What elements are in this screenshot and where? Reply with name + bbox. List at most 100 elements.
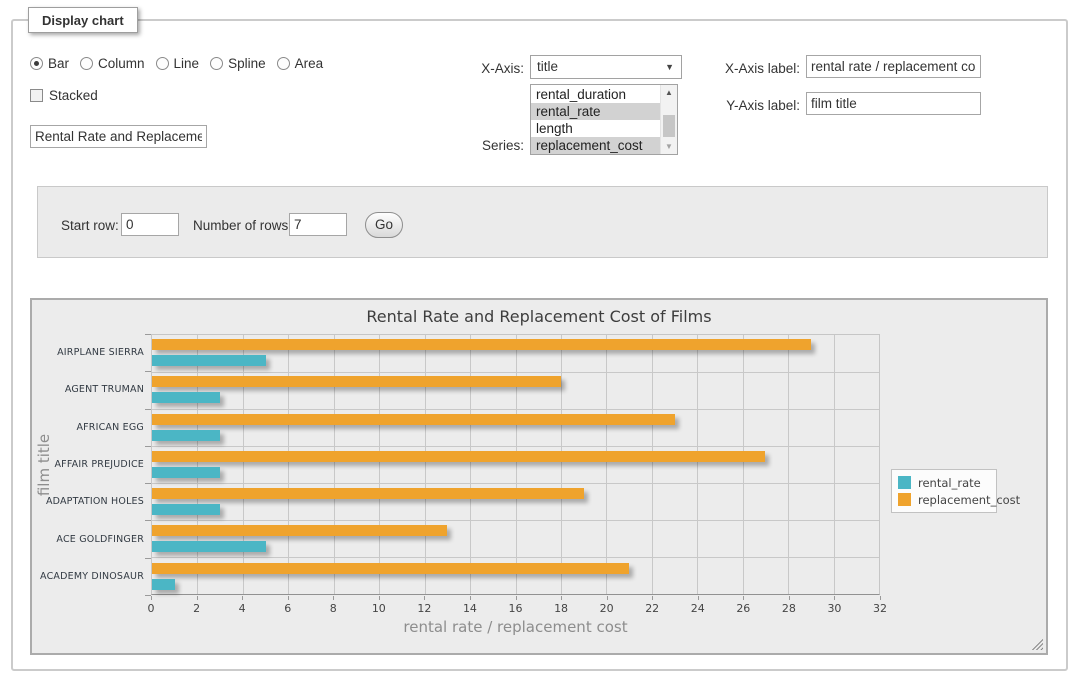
x-tick-label-18: 18	[554, 602, 568, 615]
bar-replacement_cost-4	[152, 488, 584, 499]
radio-circle-icon[interactable]	[277, 57, 290, 70]
num-rows-input[interactable]	[289, 213, 347, 236]
bar-replacement_cost-6	[152, 563, 629, 574]
series-option-rental_duration[interactable]: rental_duration	[531, 86, 660, 103]
gridline-x-16	[516, 335, 517, 594]
scrollbar-thumb[interactable]	[663, 115, 675, 137]
gridline-band-2	[152, 409, 879, 410]
x-axis-label-field-label: X-Axis label:	[700, 61, 800, 76]
chart-title-input[interactable]	[30, 125, 207, 148]
stacked-option[interactable]: Stacked	[30, 88, 98, 103]
start-row-label: Start row:	[61, 218, 119, 233]
y-tick-0	[145, 334, 151, 335]
y-tick-2	[145, 409, 151, 410]
x-tick-label-14: 14	[463, 602, 477, 615]
series-scrollbar[interactable]: ▲ ▼	[660, 85, 677, 154]
fieldset-legend: Display chart	[28, 7, 138, 33]
radio-column[interactable]: Column	[80, 56, 145, 71]
x-tick-label-26: 26	[736, 602, 750, 615]
x-axis-selected-value: title	[537, 59, 558, 74]
x-tick-label-20: 20	[600, 602, 614, 615]
x-tick-26	[743, 596, 744, 600]
gridline-x-26	[743, 335, 744, 594]
x-tick-label-30: 30	[827, 602, 841, 615]
x-tick-label-32: 32	[873, 602, 887, 615]
bar-replacement_cost-1	[152, 376, 561, 387]
chart-type-radio-group: Bar Column Line Spline Area	[30, 56, 334, 71]
radio-spline[interactable]: Spline	[210, 56, 266, 71]
chevron-down-icon: ▼	[665, 63, 674, 72]
x-tick-label-28: 28	[782, 602, 796, 615]
x-tick-label-12: 12	[417, 602, 431, 615]
stacked-checkbox[interactable]	[30, 89, 43, 102]
category-label-4: ADAPTATION HOLES	[32, 483, 144, 520]
bar-replacement_cost-0	[152, 339, 811, 350]
gridline-x-10	[379, 335, 380, 594]
x-axis-select[interactable]: title ▼	[530, 55, 682, 79]
y-tick-4	[145, 483, 151, 484]
radio-circle-icon[interactable]	[156, 57, 169, 70]
legend-item-rental_rate: rental_rate	[898, 474, 990, 491]
scroll-down-icon[interactable]: ▼	[661, 139, 677, 154]
radio-circle-icon[interactable]	[80, 57, 93, 70]
y-axis-label-input[interactable]	[806, 92, 981, 115]
y-tick-1	[145, 371, 151, 372]
legend-item-replacement_cost: replacement_cost	[898, 491, 990, 508]
x-tick-label-0: 0	[148, 602, 155, 615]
bar-replacement_cost-2	[152, 414, 675, 425]
gridline-x-4	[243, 335, 244, 594]
x-tick-10	[379, 596, 380, 600]
radio-line[interactable]: Line	[156, 56, 200, 71]
x-tick-0	[151, 596, 152, 600]
bar-rental_rate-3	[152, 467, 220, 478]
x-tick-label-4: 4	[239, 602, 246, 615]
scroll-up-icon[interactable]: ▲	[661, 85, 677, 100]
x-tick-6	[288, 596, 289, 600]
legend-swatch-rental_rate	[898, 476, 911, 489]
x-axis-title: rental rate / replacement cost	[151, 618, 880, 636]
radio-circle-icon[interactable]	[30, 57, 43, 70]
bar-rental_rate-1	[152, 392, 220, 403]
gridline-band-3	[152, 446, 879, 447]
category-label-5: ACE GOLDFINGER	[32, 520, 144, 557]
plot-area	[151, 334, 880, 595]
row-range-panel: Start row: Number of rows: Go	[37, 186, 1048, 258]
bar-rental_rate-6	[152, 579, 175, 590]
y-tick-3	[145, 446, 151, 447]
resize-handle-icon[interactable]	[1031, 638, 1043, 650]
x-tick-16	[516, 596, 517, 600]
series-option-rental_rate[interactable]: rental_rate	[531, 103, 660, 120]
x-tick-18	[561, 596, 562, 600]
bar-replacement_cost-3	[152, 451, 765, 462]
bar-rental_rate-4	[152, 504, 220, 515]
start-row-input[interactable]	[121, 213, 179, 236]
bar-rental_rate-2	[152, 430, 220, 441]
series-options: rental_durationrental_ratelengthreplacem…	[531, 86, 660, 154]
x-axis-label-input[interactable]	[806, 55, 981, 78]
gridline-x-22	[652, 335, 653, 594]
x-tick-label-24: 24	[691, 602, 705, 615]
go-button[interactable]: Go	[365, 212, 403, 238]
gridline-x-30	[834, 335, 835, 594]
gridline-band-5	[152, 520, 879, 521]
radio-area[interactable]: Area	[277, 56, 324, 71]
x-tick-label-6: 6	[284, 602, 291, 615]
x-tick-label-10: 10	[372, 602, 386, 615]
radio-label-line: Line	[174, 56, 200, 71]
bar-replacement_cost-5	[152, 525, 447, 536]
radio-circle-icon[interactable]	[210, 57, 223, 70]
x-tick-28	[789, 596, 790, 600]
series-option-length[interactable]: length	[531, 120, 660, 137]
y-tick-5	[145, 520, 151, 521]
legend-label-rental_rate: rental_rate	[918, 476, 981, 490]
gridline-x-14	[470, 335, 471, 594]
chart-builder-page: Display chart Bar Column Line Spline Area St…	[0, 0, 1081, 681]
series-listbox[interactable]: rental_durationrental_ratelengthreplacem…	[530, 84, 678, 155]
gridline-x-20	[606, 335, 607, 594]
x-tick-label-8: 8	[330, 602, 337, 615]
series-option-replacement_cost[interactable]: replacement_cost	[531, 137, 660, 154]
y-tick-6	[145, 558, 151, 559]
radio-label-spline: Spline	[228, 56, 266, 71]
radio-label-area: Area	[295, 56, 324, 71]
radio-bar[interactable]: Bar	[30, 56, 69, 71]
